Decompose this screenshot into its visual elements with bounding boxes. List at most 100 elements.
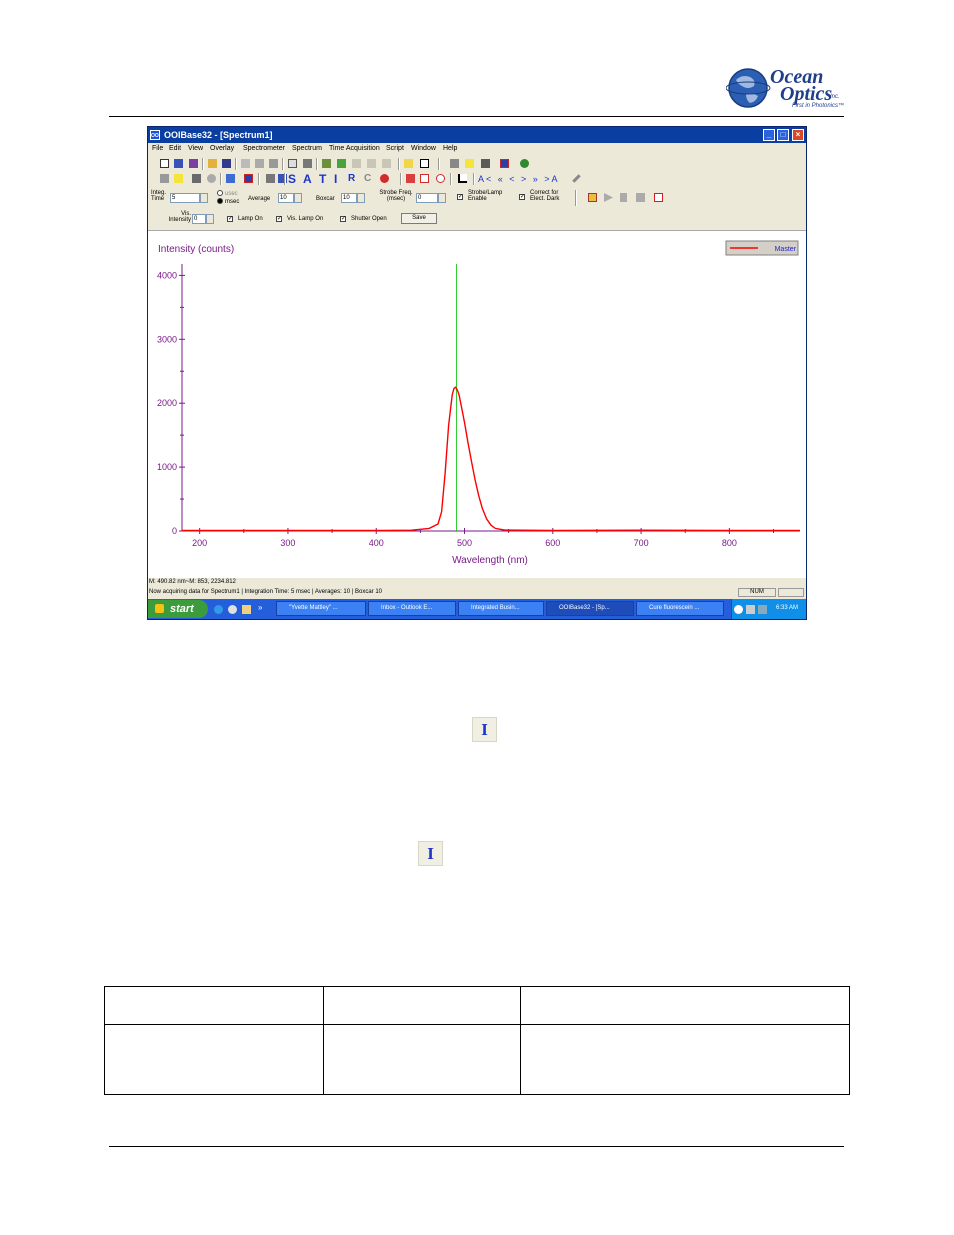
save-button[interactable]: Save <box>401 213 437 224</box>
a-icon[interactable]: A <box>303 172 312 186</box>
menu-edit[interactable]: Edit <box>169 145 181 152</box>
record-icon[interactable] <box>380 174 389 183</box>
menu-spectrum[interactable]: Spectrum <box>292 145 322 152</box>
usec-radio[interactable] <box>217 190 223 196</box>
y-tick-label: 4000 <box>157 270 177 280</box>
new-file-icon[interactable] <box>160 159 169 168</box>
tray-monitor-icon[interactable] <box>758 605 767 614</box>
close-button[interactable]: × <box>792 129 804 141</box>
spectrum-chart[interactable]: Intensity (counts) Wavelength (nm) 0 1000… <box>148 231 806 578</box>
minimize-button[interactable]: _ <box>763 129 775 141</box>
table-cell <box>520 1024 850 1095</box>
menu-file[interactable]: File <box>152 145 163 152</box>
lamp-icon[interactable] <box>450 159 459 168</box>
spectrum-plot[interactable]: Intensity (counts) Wavelength (nm) 0 1000… <box>148 230 806 578</box>
wrench-icon[interactable] <box>572 174 581 183</box>
record-time-icon[interactable] <box>654 193 663 202</box>
integral-button-2: I <box>418 841 443 866</box>
lamp-yellow-icon[interactable] <box>174 174 183 183</box>
vis-lamp-on-checkbox[interactable]: ✓ <box>276 216 282 222</box>
correct-dark-checkbox[interactable]: ✓ <box>519 194 525 200</box>
overlay-remove-icon[interactable] <box>352 159 361 168</box>
timer-icon[interactable] <box>588 193 597 202</box>
menu-script[interactable]: Script <box>386 145 404 152</box>
lightning-icon[interactable] <box>404 159 413 168</box>
status-empty-box <box>778 588 804 597</box>
s-icon[interactable]: S <box>288 172 296 186</box>
tray-volume-icon[interactable] <box>746 605 755 614</box>
overlay-stack-icon[interactable] <box>382 159 391 168</box>
print-icon[interactable] <box>303 159 312 168</box>
stop-square-icon[interactable] <box>500 159 509 168</box>
x-tick-label: 300 <box>280 538 295 548</box>
tray-network-icon[interactable] <box>734 605 743 614</box>
overlay-icon[interactable] <box>322 159 331 168</box>
scope-mode-icon[interactable] <box>226 174 235 183</box>
x-tick-label: 600 <box>545 538 560 548</box>
average-spinner[interactable] <box>294 193 302 203</box>
overlay-clear-icon[interactable] <box>367 159 376 168</box>
overlay-add-icon[interactable] <box>337 159 346 168</box>
menu-help[interactable]: Help <box>443 145 457 152</box>
play-icon[interactable] <box>604 193 613 202</box>
menu-view[interactable]: View <box>188 145 203 152</box>
dark-icon[interactable] <box>207 174 216 183</box>
ooi-circle-icon[interactable] <box>520 159 529 168</box>
integ-time-spinner[interactable] <box>200 193 208 203</box>
reference-icon[interactable] <box>244 174 253 183</box>
paste-icon[interactable] <box>269 159 278 168</box>
new-document-icon[interactable] <box>189 159 198 168</box>
menu-overlay[interactable]: Overlay <box>210 145 234 152</box>
lamp-on-icon[interactable] <box>465 159 474 168</box>
x-tick-label: 700 <box>634 538 649 548</box>
save-icon[interactable] <box>222 159 231 168</box>
strobe-freq-input[interactable]: 0 <box>416 193 438 203</box>
menu-window[interactable]: Window <box>411 145 436 152</box>
t-icon[interactable]: T <box>319 172 326 186</box>
num-indicator: NUM <box>738 588 776 597</box>
open-folder-icon[interactable] <box>208 159 217 168</box>
msec-radio[interactable] <box>217 198 223 204</box>
help-pointer-icon[interactable] <box>420 159 429 168</box>
camera-icon[interactable] <box>481 159 490 168</box>
cursor-nav-icons[interactable]: A< « < > » >A <box>478 174 560 184</box>
strobe-freq-spinner[interactable] <box>438 193 446 203</box>
shutter-open-checkbox[interactable]: ✓ <box>340 216 346 222</box>
maximize-button[interactable]: □ <box>777 129 789 141</box>
r-icon[interactable]: R <box>348 173 355 184</box>
print-preview-icon[interactable] <box>288 159 297 168</box>
snapshot-icon[interactable] <box>192 174 201 183</box>
probe-icon[interactable] <box>266 174 275 183</box>
task-cure[interactable]: Cure fluorescein ... <box>636 601 724 616</box>
grid-icon[interactable] <box>420 174 429 183</box>
boxcar-input[interactable]: 10 <box>341 193 357 203</box>
lamp-on-checkbox[interactable]: ✓ <box>227 216 233 222</box>
menu-time-acquisition[interactable]: Time Acquisition <box>329 145 380 152</box>
pause-icon[interactable] <box>620 193 627 202</box>
cut-icon[interactable] <box>241 159 250 168</box>
copy-icon[interactable] <box>255 159 264 168</box>
lamp-off-icon[interactable] <box>160 174 169 183</box>
menu-spectrometer[interactable]: Spectrometer <box>243 145 285 152</box>
integ-time-input[interactable]: 5 <box>170 193 200 203</box>
strobe-enable-checkbox[interactable]: ✓ <box>457 194 463 200</box>
boxcar-spinner[interactable] <box>357 193 365 203</box>
task-yvette[interactable]: "Yvette Mattley" ... <box>276 601 366 616</box>
i-icon[interactable]: I <box>334 172 337 186</box>
task-inbox[interactable]: Inbox - Outlook E... <box>368 601 456 616</box>
c-icon[interactable]: C <box>364 173 371 184</box>
average-input[interactable]: 10 <box>278 193 294 203</box>
new-spectrum-icon[interactable] <box>174 159 183 168</box>
crosshair-icon[interactable] <box>436 174 445 183</box>
ie-icon[interactable] <box>214 605 223 614</box>
stop-icon[interactable] <box>636 193 645 202</box>
more-chevron-icon[interactable]: » <box>258 604 262 612</box>
vis-intensity-spinner[interactable] <box>206 214 214 224</box>
cursor-icon[interactable] <box>406 174 415 183</box>
axis-icon[interactable] <box>458 174 467 183</box>
desktop-icon[interactable] <box>242 605 251 614</box>
quicklaunch-icon[interactable] <box>228 605 237 614</box>
task-integrated[interactable]: Integrated Busin... <box>458 601 544 616</box>
vis-intensity-input[interactable]: 0 <box>192 214 206 224</box>
task-ooibase[interactable]: OOIBase32 - [Sp... <box>546 601 634 616</box>
